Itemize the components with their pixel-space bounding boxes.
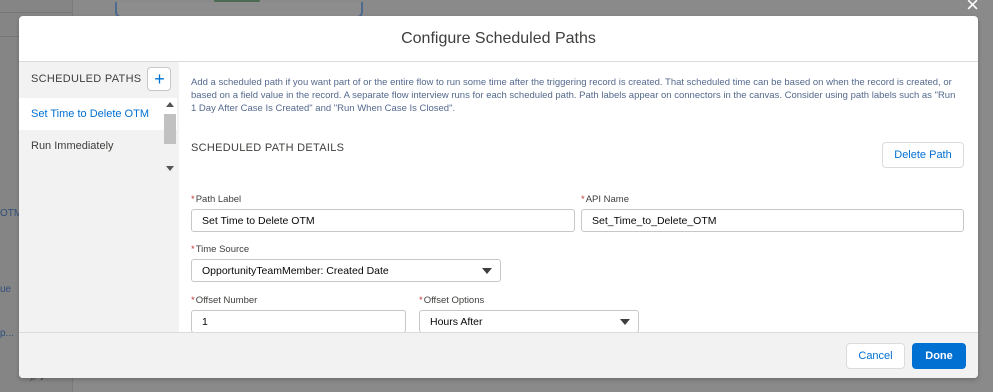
field-label: *Path Label bbox=[191, 194, 242, 205]
required-mark: * bbox=[581, 194, 585, 205]
cancel-button[interactable]: Cancel bbox=[846, 343, 905, 369]
plus-icon: + bbox=[154, 69, 165, 89]
add-path-button[interactable]: + bbox=[147, 67, 172, 91]
sidebar-header: SCHEDULED PATHS + bbox=[19, 62, 179, 96]
modal-header: Configure Scheduled Paths bbox=[19, 16, 978, 62]
path-item-run-immediately[interactable]: Run Immediately bbox=[19, 130, 177, 162]
time-source-value: OpportunityTeamMember: Created Date bbox=[202, 264, 389, 277]
modal-footer: Cancel Done bbox=[19, 332, 978, 378]
delete-path-button[interactable]: Delete Path bbox=[882, 142, 964, 168]
api-name-input[interactable]: Set_Time_to_Delete_OTM bbox=[581, 209, 964, 232]
required-mark: * bbox=[191, 194, 195, 205]
required-mark: * bbox=[419, 295, 423, 306]
field-label: *Offset Number bbox=[191, 295, 258, 306]
divider bbox=[0, 12, 72, 13]
scroll-down-icon[interactable] bbox=[166, 166, 174, 171]
offset-number-field: *Offset Number 1 bbox=[191, 295, 406, 333]
offset-options-value: Hours After bbox=[430, 315, 483, 328]
offset-options-select[interactable]: Hours After bbox=[419, 310, 639, 333]
field-label: *API Name bbox=[581, 194, 629, 205]
path-list-scrollbar[interactable] bbox=[164, 98, 176, 174]
offset-number-input[interactable]: 1 bbox=[191, 310, 406, 333]
field-label: *Offset Options bbox=[419, 295, 485, 306]
offset-options-field: *Offset Options Hours After bbox=[419, 295, 639, 333]
time-source-select[interactable]: OpportunityTeamMember: Created Date bbox=[191, 259, 501, 282]
required-mark: * bbox=[191, 295, 195, 306]
configure-scheduled-paths-modal: Configure Scheduled Paths SCHEDULED PATH… bbox=[19, 16, 978, 378]
done-button[interactable]: Done bbox=[912, 343, 966, 369]
modal-body: SCHEDULED PATHS + Set Time to Delete OTM… bbox=[19, 62, 978, 333]
path-label-input[interactable]: Set Time to Delete OTM bbox=[191, 209, 575, 232]
field-label: *Time Source bbox=[191, 244, 250, 255]
intro-text: Add a scheduled path if you want part of… bbox=[191, 77, 956, 114]
path-list: Set Time to Delete OTM Run Immediately bbox=[19, 98, 177, 162]
background-label: p... bbox=[0, 328, 14, 339]
chevron-down-icon bbox=[620, 319, 630, 325]
scheduled-paths-sidebar: SCHEDULED PATHS + Set Time to Delete OTM… bbox=[19, 62, 179, 332]
section-title: SCHEDULED PATH DETAILS bbox=[191, 142, 345, 154]
time-source-field: *Time Source OpportunityTeamMember: Crea… bbox=[191, 244, 501, 282]
chevron-down-icon bbox=[482, 268, 492, 274]
path-item-label: Run Immediately bbox=[31, 140, 114, 152]
required-mark: * bbox=[191, 244, 195, 255]
scroll-up-icon[interactable] bbox=[166, 102, 174, 107]
background-label: ue bbox=[0, 284, 12, 295]
scroll-thumb[interactable] bbox=[164, 114, 176, 144]
api-name-field: *API Name Set_Time_to_Delete_OTM bbox=[581, 194, 964, 232]
sidebar-title: SCHEDULED PATHS bbox=[31, 73, 142, 85]
path-item-label: Set Time to Delete OTM bbox=[31, 108, 149, 120]
path-details-panel: Add a scheduled path if you want part of… bbox=[179, 62, 978, 333]
path-item-set-time-to-delete-otm[interactable]: Set Time to Delete OTM bbox=[19, 98, 177, 130]
modal-title: Configure Scheduled Paths bbox=[401, 29, 596, 47]
path-label-field: *Path Label Set Time to Delete OTM bbox=[191, 194, 575, 232]
